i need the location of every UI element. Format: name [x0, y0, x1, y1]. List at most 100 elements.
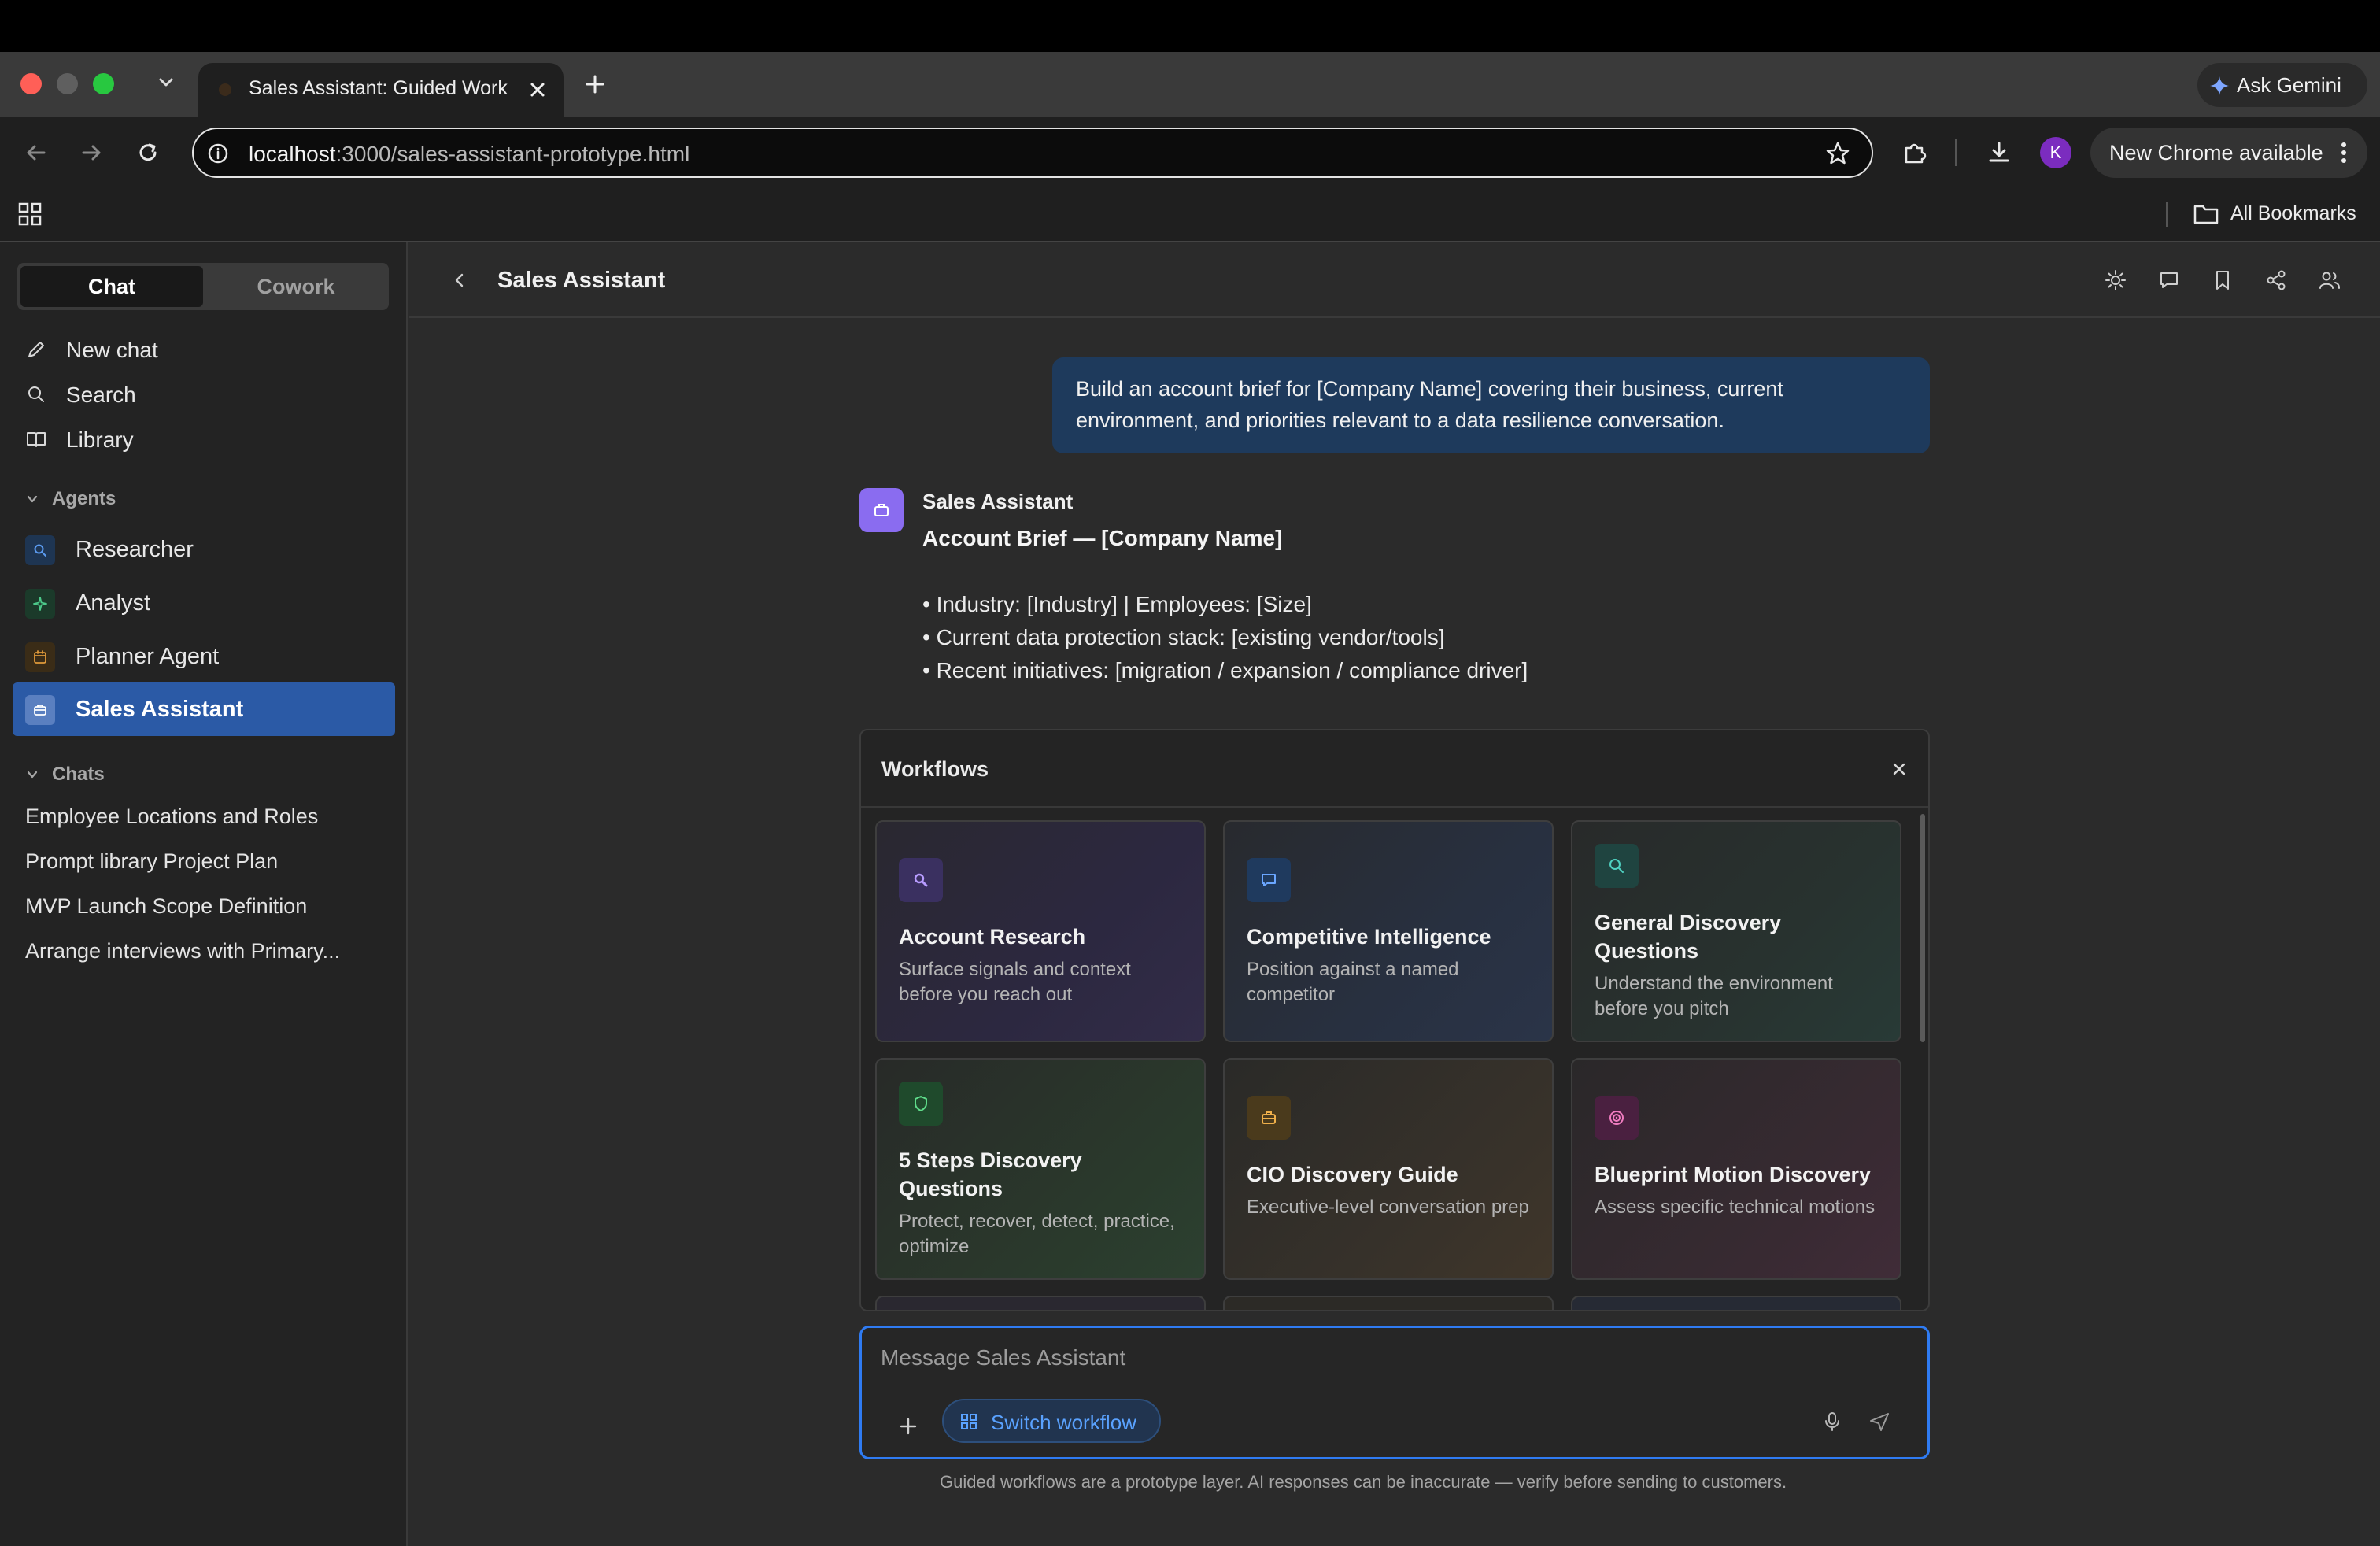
workflow-card-partial[interactable]: [1223, 1296, 1554, 1310]
sun-icon[interactable]: [2103, 268, 2128, 293]
ask-gemini-button[interactable]: Ask Gemini: [2197, 63, 2367, 107]
switch-workflow-button[interactable]: Switch workflow: [942, 1399, 1161, 1443]
workflow-card-account-research[interactable]: Account Research Surface signals and con…: [875, 820, 1206, 1042]
agent-label: Researcher: [76, 537, 194, 562]
plus-icon[interactable]: [896, 1415, 920, 1438]
profile-avatar[interactable]: K: [2040, 137, 2071, 168]
sparkle-icon: [33, 597, 47, 611]
search-link[interactable]: Search: [0, 375, 408, 413]
window-zoom-button[interactable]: [93, 73, 114, 94]
forward-arrow-icon[interactable]: [77, 139, 105, 167]
workflow-card-title: 5 Steps Discovery Questions: [899, 1148, 1082, 1200]
user-message-text: Build an account brief for [Company Name…: [1076, 377, 1783, 432]
workflow-card-icon: [1595, 844, 1639, 888]
chat-list-item[interactable]: MVP Launch Scope Definition: [25, 894, 307, 919]
workflow-card-icon: [1247, 1096, 1291, 1140]
tab-search-chevron-icon[interactable]: [154, 71, 178, 94]
workflows-panel: Workflows Account Research Surface signa…: [859, 729, 1930, 1311]
workflow-card-partial[interactable]: [875, 1296, 1206, 1310]
extensions-puzzle-icon[interactable]: [1900, 139, 1928, 167]
message-input-placeholder[interactable]: Message Sales Assistant: [881, 1345, 1125, 1370]
chats-section-header[interactable]: Chats: [0, 760, 408, 789]
microphone-icon[interactable]: [1820, 1410, 1844, 1433]
new-chat-link[interactable]: New chat: [0, 331, 408, 368]
disclaimer-footnote: Guided workflows are a prototype layer. …: [940, 1472, 1787, 1492]
close-icon[interactable]: [1889, 759, 1909, 779]
agent-researcher[interactable]: Researcher: [13, 523, 395, 576]
tab-close-icon[interactable]: [526, 78, 549, 102]
workflow-card-partial[interactable]: [1571, 1296, 1901, 1310]
new-chrome-available-button[interactable]: New Chrome available: [2090, 128, 2367, 178]
briefcase-icon: [34, 705, 46, 716]
search-label: Search: [66, 383, 136, 407]
screen: Sales Assistant: Guided Work Ask Gemini …: [0, 0, 2380, 1546]
more-vertical-icon[interactable]: [2339, 140, 2349, 165]
workflow-card-5-steps-discovery[interactable]: 5 Steps Discovery Questions Protect, rec…: [875, 1058, 1206, 1280]
agent-planner[interactable]: Planner Agent: [13, 630, 395, 683]
search-icon: [34, 544, 46, 557]
sales-assistant-badge: [25, 695, 55, 725]
folder-icon[interactable]: [2193, 203, 2219, 225]
search-icon: [1609, 859, 1624, 873]
switch-workflow-label: Switch workflow: [991, 1411, 1136, 1434]
chat-list-item[interactable]: Arrange interviews with Primary...: [25, 939, 340, 963]
analyst-badge: [25, 589, 55, 619]
site-info-icon[interactable]: [206, 142, 230, 165]
reload-icon[interactable]: [134, 139, 162, 167]
tab-cowork[interactable]: Cowork: [206, 266, 386, 307]
url-host: localhost: [249, 142, 336, 166]
agent-analyst[interactable]: Analyst: [13, 576, 395, 630]
new-tab-icon[interactable]: [582, 72, 608, 97]
agents-section-header[interactable]: Agents: [0, 485, 408, 513]
assistant-bullet: • Recent initiatives: [migration / expan…: [922, 658, 1528, 682]
comment-icon[interactable]: [2156, 268, 2182, 293]
tab-title: Sales Assistant: Guided Work: [249, 77, 508, 99]
users-icon[interactable]: [2317, 268, 2342, 293]
workflow-card-blueprint-motion[interactable]: Blueprint Motion Discovery Assess specif…: [1571, 1058, 1901, 1280]
address-bar[interactable]: localhost:3000/sales-assistant-prototype…: [192, 128, 1873, 178]
chat-list-item[interactable]: Employee Locations and Roles: [25, 804, 318, 829]
chat-list-item[interactable]: Prompt library Project Plan: [25, 849, 278, 874]
browser-tab-active[interactable]: Sales Assistant: Guided Work: [198, 63, 564, 117]
assistant-bullet: • Current data protection stack: [existi…: [922, 625, 1445, 649]
bookmarks-separator: [2166, 202, 2168, 227]
back-arrow-icon[interactable]: [22, 139, 50, 167]
workflow-card-description: Position against a named competitor: [1247, 959, 1459, 1005]
page-title: Sales Assistant: [497, 268, 666, 293]
tab-chat[interactable]: Chat: [20, 266, 203, 307]
message-composer[interactable]: Message Sales Assistant Switch workflow: [859, 1326, 1930, 1459]
all-bookmarks-link[interactable]: All Bookmarks: [2230, 202, 2356, 225]
top-black-bar: [0, 0, 2380, 52]
send-icon[interactable]: [1868, 1410, 1891, 1433]
workflow-card-cio-discovery[interactable]: CIO Discovery Guide Executive-level conv…: [1223, 1058, 1554, 1280]
agent-sales-assistant[interactable]: Sales Assistant: [13, 682, 395, 736]
apps-grid-icon[interactable]: [17, 202, 42, 227]
download-icon[interactable]: [1985, 139, 2013, 167]
new-chat-label: New chat: [66, 338, 158, 362]
chats-header-label: Chats: [52, 764, 105, 785]
main-header: [409, 242, 2380, 318]
bookmark-icon[interactable]: [2210, 268, 2235, 293]
workflow-card-title: Competitive Intelligence: [1247, 925, 1491, 949]
shield-icon: [915, 1096, 927, 1111]
window-close-button[interactable]: [20, 73, 42, 94]
workflow-card-description: Surface signals and context before you r…: [899, 959, 1131, 1005]
workflows-scrollbar[interactable]: [1920, 814, 1925, 1042]
back-chevron-icon[interactable]: [450, 271, 469, 290]
workflow-card-description: Protect, recover, detect, practice, opti…: [899, 1211, 1175, 1257]
briefcase-icon: [874, 504, 889, 516]
assistant-message-title: Account Brief — [Company Name]: [922, 526, 1283, 550]
workflow-card-general-discovery[interactable]: General Discovery Questions Understand t…: [1571, 820, 1901, 1042]
ask-gemini-label: Ask Gemini: [2237, 73, 2341, 97]
workflow-card-icon: [1595, 1096, 1639, 1140]
library-link[interactable]: Library: [0, 420, 408, 458]
workflow-card-title: General Discovery Questions: [1595, 911, 1782, 963]
url-text[interactable]: localhost:3000/sales-assistant-prototype…: [249, 142, 689, 167]
share-icon[interactable]: [2264, 268, 2289, 293]
researcher-badge: [25, 535, 55, 565]
assistant-avatar: [859, 488, 904, 532]
user-message-bubble: Build an account brief for [Company Name…: [1052, 357, 1930, 453]
window-minimize-button[interactable]: [57, 73, 78, 94]
workflow-card-competitive-intelligence[interactable]: Competitive Intelligence Position agains…: [1223, 820, 1554, 1042]
bookmark-star-icon[interactable]: [1824, 140, 1851, 167]
